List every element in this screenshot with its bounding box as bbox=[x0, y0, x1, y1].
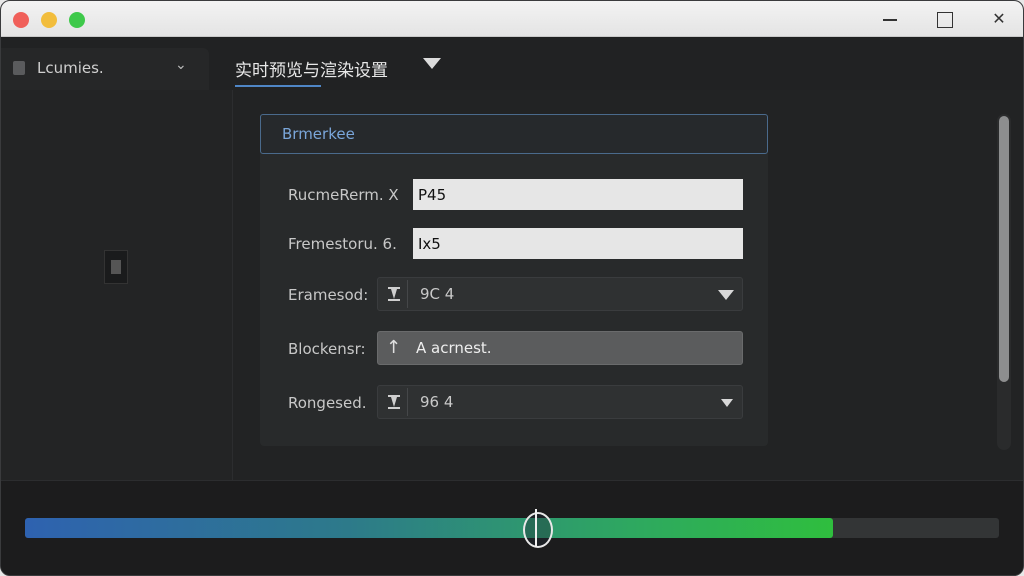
select-label-1: Eramesod: bbox=[288, 286, 369, 304]
maximize-icon[interactable] bbox=[933, 9, 955, 29]
app-window: ✕ Lcumies. ⌄ 实时预览与渲染设置 Brmerkee RucmeRer… bbox=[0, 0, 1024, 576]
timeline-bar bbox=[1, 480, 1023, 575]
select-1-value: 9C 4 bbox=[420, 285, 455, 303]
main-content: Brmerkee RucmeRerm. X Fremestoru. 6. Era… bbox=[233, 90, 1023, 480]
select-2[interactable]: 96 4 bbox=[377, 385, 743, 419]
sidebar-tab-label: Lcumies. bbox=[37, 59, 104, 77]
close-icon[interactable]: ✕ bbox=[988, 9, 1010, 29]
tab-realtime-preview[interactable]: 实时预览与渲染设置 bbox=[235, 56, 388, 81]
active-tab-underline bbox=[235, 85, 321, 87]
upload-value: A acrnest. bbox=[416, 339, 492, 357]
field-label-2: Fremestoru. 6. bbox=[288, 235, 397, 253]
tab-dropdown-icon[interactable] bbox=[423, 58, 441, 69]
minimize-icon[interactable] bbox=[879, 9, 901, 29]
panel-header[interactable]: Brmerkee bbox=[260, 114, 768, 154]
field-label-1: RucmeRerm. X bbox=[288, 186, 399, 204]
chevron-down-icon[interactable]: ⌄ bbox=[175, 57, 187, 73]
field-input-2[interactable] bbox=[413, 228, 743, 259]
zoom-traffic-light[interactable] bbox=[69, 12, 85, 28]
sidebar-placeholder-icon bbox=[104, 250, 128, 284]
select-1[interactable]: 9C 4 bbox=[377, 277, 743, 311]
vertical-scrollbar[interactable] bbox=[997, 114, 1011, 450]
document-icon bbox=[13, 61, 25, 75]
upload-label: Blockensr: bbox=[288, 340, 366, 358]
hourglass-icon bbox=[380, 388, 408, 416]
minimize-traffic-light[interactable] bbox=[41, 12, 57, 28]
scrollbar-thumb[interactable] bbox=[999, 116, 1009, 382]
field-input-1[interactable] bbox=[413, 179, 743, 210]
dropdown-caret-icon bbox=[721, 399, 733, 407]
progress-fill bbox=[25, 518, 834, 538]
select-2-value: 96 4 bbox=[420, 393, 454, 411]
upload-field[interactable]: ↑ A acrnest. bbox=[377, 331, 743, 365]
hourglass-icon bbox=[380, 280, 408, 308]
sidebar bbox=[1, 90, 233, 480]
scrubber-handle[interactable] bbox=[522, 509, 554, 548]
arrow-up-icon: ↑ bbox=[386, 337, 402, 358]
progress-track[interactable] bbox=[25, 518, 999, 538]
close-traffic-light[interactable] bbox=[13, 12, 29, 28]
settings-panel: Brmerkee RucmeRerm. X Fremestoru. 6. Era… bbox=[260, 114, 768, 446]
dropdown-caret-icon bbox=[718, 290, 734, 300]
tab-row: Lcumies. ⌄ 实时预览与渲染设置 bbox=[1, 38, 1023, 90]
title-bar: ✕ bbox=[1, 1, 1023, 37]
sidebar-dropdown-tab[interactable]: Lcumies. ⌄ bbox=[1, 48, 209, 90]
select-label-2: Rongesed. bbox=[288, 394, 367, 412]
panel-header-title: Brmerkee bbox=[282, 125, 355, 143]
